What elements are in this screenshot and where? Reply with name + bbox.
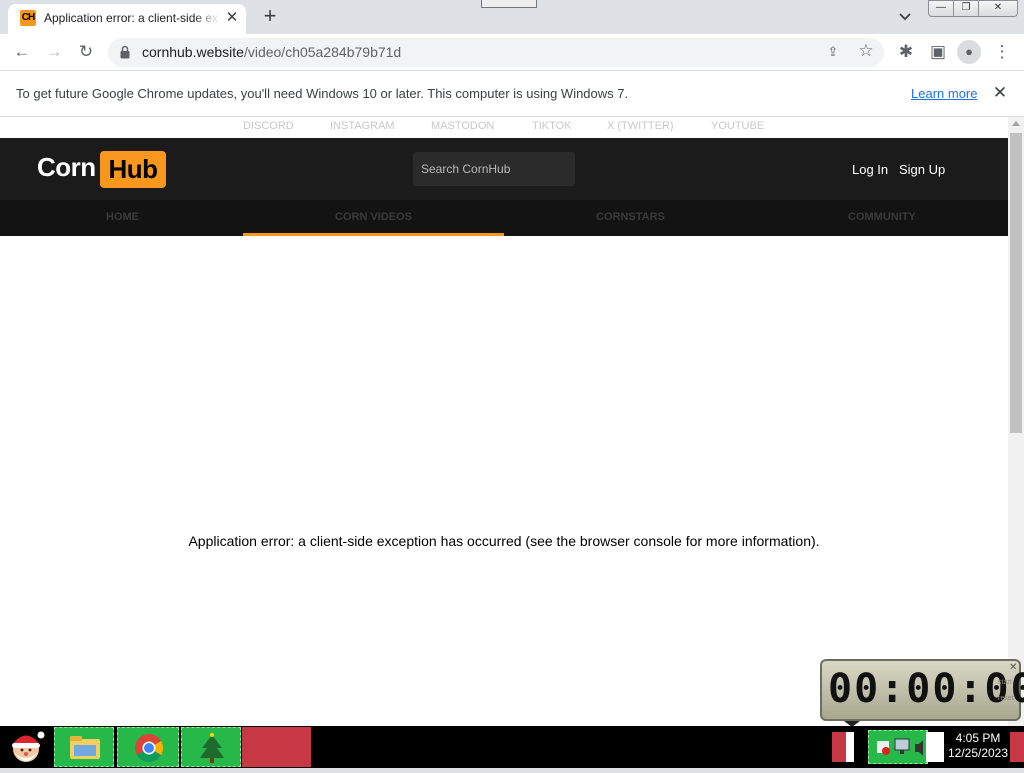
chrome-menu-icon[interactable]: ⋮: [990, 40, 1014, 64]
window-maximize-button[interactable]: ❐: [953, 0, 979, 17]
window-grip[interactable]: [481, 0, 537, 8]
page-scrollbar[interactable]: [1008, 117, 1024, 726]
site-search-placeholder: Search CornHub: [421, 162, 511, 176]
browser-tab[interactable]: CH Application error: a client-side exce…: [8, 4, 246, 34]
social-links-bar: DISCORD INSTAGRAM MASTODON TIKTOK X (TWI…: [0, 117, 1008, 138]
browser-titlebar: CH Application error: a client-side exce…: [0, 0, 1024, 34]
url-path: /video/ch05a284b79b71d: [243, 44, 402, 60]
site-search-input[interactable]: Search CornHub: [413, 152, 575, 186]
back-icon[interactable]: ←: [10, 40, 34, 64]
url-text[interactable]: cornhub.website/video/ch05a284b79b71d: [142, 44, 401, 60]
address-bar[interactable]: cornhub.website/video/ch05a284b79b71d ⇪ …: [108, 38, 884, 67]
tray-app-icon-3[interactable]: [926, 732, 944, 762]
scroll-up-arrow-icon[interactable]: [1012, 121, 1020, 126]
window-minimize-button[interactable]: —: [928, 0, 954, 17]
taskbar-clock-date[interactable]: 12/25/2023: [946, 746, 1010, 760]
social-link-youtube[interactable]: YOUTUBE: [711, 120, 764, 132]
side-panel-icon[interactable]: ▣: [926, 40, 950, 64]
nav-community[interactable]: COMMUNITY: [848, 211, 916, 223]
active-nav-indicator: [243, 233, 504, 236]
update-infobar: To get future Google Chrome updates, you…: [0, 71, 1024, 117]
taskbar-app-button-1[interactable]: [242, 727, 278, 767]
social-link-tiktok[interactable]: TIKTOK: [532, 120, 572, 132]
taskbar: 4:05 PM 12/25/2023: [0, 726, 1024, 768]
login-link[interactable]: Log In: [852, 162, 888, 177]
taskbar-app-button-2[interactable]: [278, 727, 311, 767]
lock-icon[interactable]: [120, 45, 130, 59]
tab-title: Application error: a client-side excepti…: [44, 11, 220, 25]
system-tray: [868, 730, 928, 764]
nav-cornstars[interactable]: CORNSTARS: [596, 211, 665, 223]
scrollbar-thumb[interactable]: [1010, 133, 1022, 433]
site-nav: HOME CORN VIDEOS CORNSTARS COMMUNITY: [0, 200, 1008, 236]
taskbar-clock-time[interactable]: 4:05 PM: [946, 731, 1010, 745]
nav-home[interactable]: HOME: [106, 211, 139, 223]
social-link-discord[interactable]: DISCORD: [243, 120, 294, 132]
folder-icon: [70, 736, 100, 759]
social-link-instagram[interactable]: INSTAGRAM: [330, 120, 395, 132]
timer-reset-button[interactable]: reset: [998, 695, 1014, 702]
social-link-x-twitter[interactable]: X (TWITTER): [607, 120, 674, 132]
site-logo-corn[interactable]: Corn: [37, 152, 96, 183]
timer-display: 00:00:00: [828, 666, 1024, 712]
taskbar-christmas-tree-button[interactable]: [181, 727, 241, 767]
bookmark-star-icon[interactable]: ☆: [856, 41, 876, 61]
timer-close-icon[interactable]: ✕: [1009, 662, 1017, 673]
start-button[interactable]: [4, 728, 48, 766]
taskbar-explorer-button[interactable]: [54, 727, 114, 767]
learn-more-link[interactable]: Learn more: [911, 86, 977, 101]
site-logo-hub[interactable]: Hub: [100, 151, 166, 188]
share-icon[interactable]: ⇪: [824, 43, 842, 61]
tray-icons[interactable]: [869, 731, 929, 765]
tab-search-chevron-icon[interactable]: [896, 8, 914, 26]
tray-app-icon-2[interactable]: [846, 732, 854, 762]
site-header: Corn Hub Search CornHub Log In Sign Up: [0, 138, 1008, 200]
social-link-mastodon[interactable]: MASTODON: [431, 120, 494, 132]
timer-gadget[interactable]: 00:00:00 ✕ start reset: [820, 659, 1024, 727]
site-favicon-icon: CH: [20, 10, 36, 26]
new-tab-button[interactable]: +: [258, 5, 282, 29]
show-desktop-button[interactable]: [1010, 732, 1024, 762]
timer-start-button[interactable]: start: [998, 679, 1012, 686]
christmas-tree-icon: [200, 733, 224, 763]
application-error-message: Application error: a client-side excepti…: [188, 533, 820, 549]
profile-avatar-icon[interactable]: ●: [957, 40, 981, 64]
forward-icon[interactable]: →: [42, 40, 66, 64]
window-close-button[interactable]: ✕: [978, 0, 1018, 17]
page-viewport: DISCORD INSTAGRAM MASTODON TIKTOK X (TWI…: [0, 117, 1008, 726]
infobar-message: To get future Google Chrome updates, you…: [16, 86, 629, 101]
signup-link[interactable]: Sign Up: [899, 162, 945, 177]
tab-close-icon[interactable]: ✕: [224, 10, 240, 26]
reload-icon[interactable]: ↻: [74, 40, 98, 64]
url-host: cornhub.website: [142, 44, 244, 60]
nav-corn-videos[interactable]: CORN VIDEOS: [335, 211, 412, 223]
infobar-close-icon[interactable]: ✕: [990, 83, 1010, 103]
chrome-icon: [135, 734, 163, 762]
extensions-puzzle-icon[interactable]: ✱: [894, 40, 918, 64]
taskbar-chrome-button[interactable]: [117, 727, 179, 767]
browser-toolbar: ← → ↻ cornhub.website/video/ch05a284b79b…: [0, 34, 1024, 71]
santa-start-icon: [12, 731, 45, 762]
